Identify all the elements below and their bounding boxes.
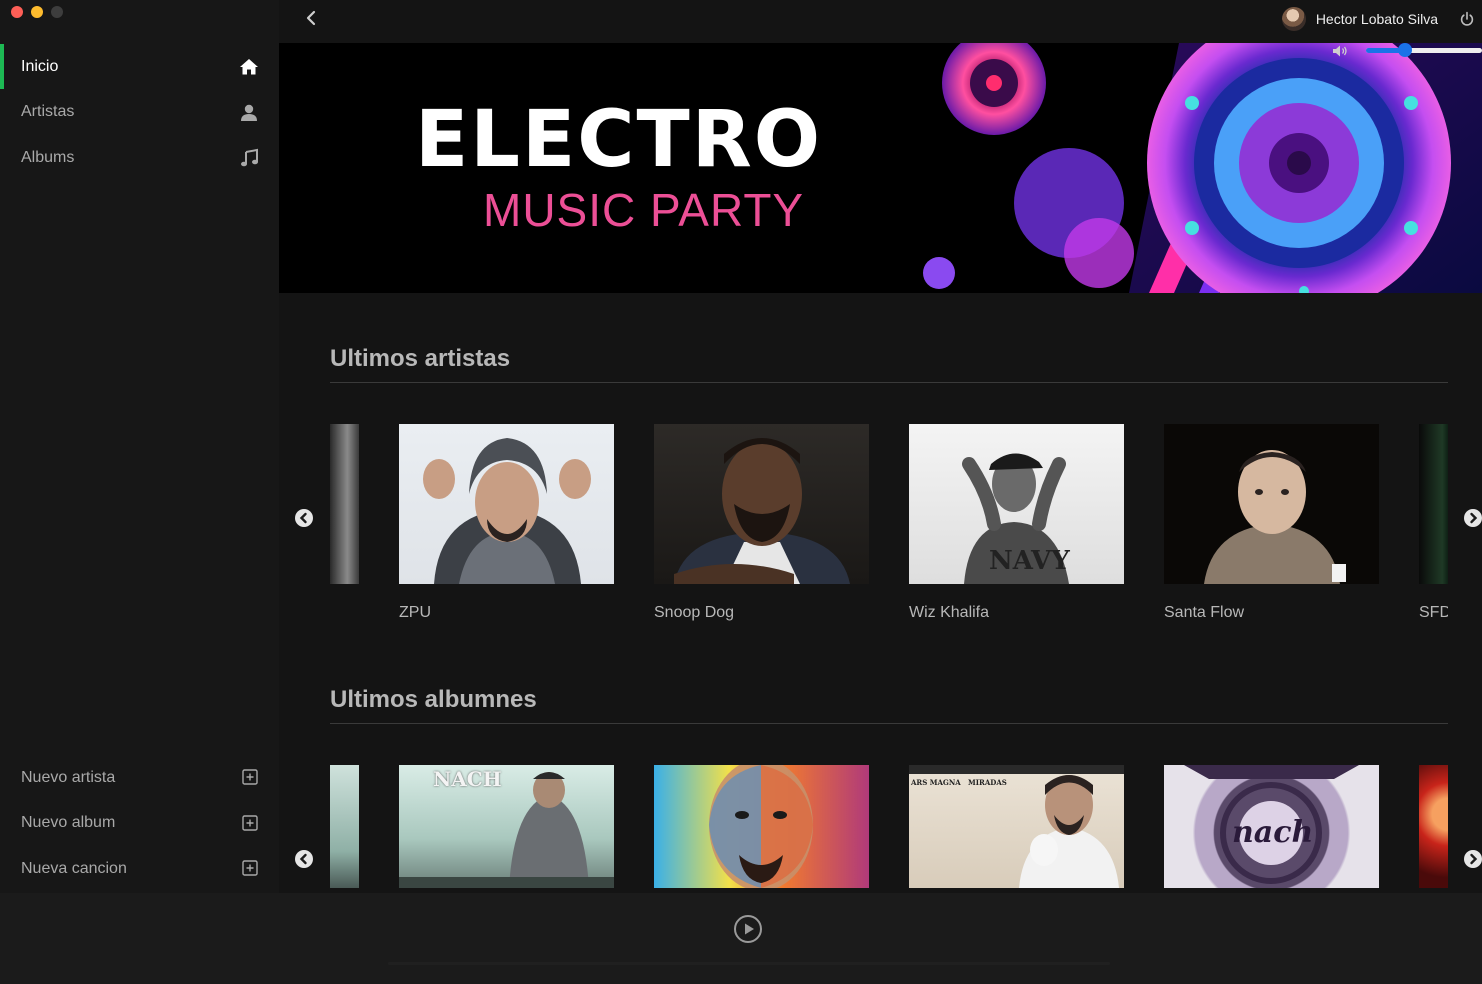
album-cover: nach — [1164, 765, 1379, 888]
banner-subtitle: MUSIC PARTY — [483, 184, 805, 236]
sidebar-item-label: Inicio — [21, 57, 59, 75]
artist-photo: NAVY — [909, 424, 1124, 584]
new-artist-label: Nuevo artista — [21, 768, 116, 786]
album-card-partial[interactable] — [1419, 765, 1448, 888]
sidebar-actions: Nuevo artista Nuevo album Nueva cancion — [0, 755, 279, 892]
progress-bar[interactable] — [388, 962, 1110, 965]
chevron-left-icon[interactable] — [303, 9, 319, 27]
album-card[interactable]: NACH — [399, 765, 614, 888]
new-album-label: Nuevo album — [21, 814, 116, 832]
chevron-right-icon — [1470, 512, 1478, 524]
artists-prev-button[interactable] — [295, 509, 313, 527]
user-profile[interactable]: Hector Lobato Silva — [1281, 6, 1438, 32]
user-icon — [241, 104, 257, 121]
artist-name: Snoop Dog — [654, 604, 735, 621]
new-song-label: Nueva cancion — [21, 859, 127, 877]
top-bar: Hector Lobato Silva — [279, 0, 1482, 43]
album-card[interactable]: nach — [1164, 765, 1379, 888]
avatar — [1281, 7, 1306, 31]
album-cover: NACH — [399, 765, 614, 888]
music-note-icon — [241, 148, 258, 167]
window-controls — [11, 6, 63, 18]
artist-photo — [399, 424, 614, 584]
album-card-partial[interactable] — [330, 765, 359, 888]
album-cover — [654, 765, 869, 888]
artist-photo — [1164, 424, 1379, 584]
albums-prev-button[interactable] — [295, 850, 313, 868]
promo-banner[interactable]: ELECTRO MUSIC PARTY — [279, 43, 1482, 293]
section-divider — [330, 382, 1448, 383]
section-divider — [330, 723, 1448, 724]
player-bar — [0, 893, 1482, 984]
album-cover: ARS MAGNA MIRADAS — [909, 765, 1124, 888]
chevron-left-icon — [299, 853, 307, 865]
chevron-right-icon — [1470, 853, 1478, 865]
user-name: Hector Lobato Silva — [1315, 11, 1438, 27]
artists-next-button[interactable] — [1464, 509, 1482, 527]
artist-card-zpu[interactable]: ZPU — [399, 424, 614, 622]
artist-name: Wiz Khalifa — [909, 604, 990, 621]
play-circle-icon[interactable] — [733, 914, 763, 944]
power-icon[interactable] — [1459, 11, 1475, 27]
artist-card-snoop-dog[interactable]: Snoop Dog — [654, 424, 869, 622]
artist-name: SFD — [1419, 604, 1448, 621]
album-card[interactable]: ARS MAGNA MIRADAS — [909, 765, 1124, 888]
banner-title: ELECTRO — [415, 95, 823, 185]
sidebar-item-label: Albums — [21, 148, 75, 166]
sidebar-item-albums[interactable]: Albums — [0, 135, 279, 181]
sidebar: Inicio Artistas Albums Nuevo artista Nue… — [0, 0, 279, 893]
home-icon — [240, 59, 258, 75]
albums-next-button[interactable] — [1464, 850, 1482, 868]
new-album-button[interactable]: Nuevo album — [0, 801, 279, 847]
sidebar-item-inicio[interactable]: Inicio — [0, 44, 279, 90]
plus-square-icon — [242, 860, 258, 876]
artists-section-title: Ultimos artistas — [330, 345, 511, 372]
artist-card-sfd[interactable]: SFD — [1419, 424, 1448, 624]
sidebar-nav: Inicio Artistas Albums — [0, 44, 279, 181]
artist-photo — [654, 424, 869, 584]
plus-square-icon — [242, 814, 258, 831]
artist-photo — [1419, 424, 1448, 584]
sidebar-item-artistas[interactable]: Artistas — [0, 90, 279, 136]
sidebar-item-label: Artistas — [21, 103, 75, 121]
artist-card-wiz-khalifa[interactable]: NAVY Wiz Khalifa — [909, 424, 1124, 622]
window-close-button[interactable] — [11, 6, 23, 18]
artist-card-partial[interactable] — [330, 424, 359, 584]
artist-name: Santa Flow — [1164, 604, 1245, 621]
plus-square-icon — [242, 769, 258, 785]
artist-name: ZPU — [399, 604, 431, 621]
artist-card-santa-flow[interactable]: Santa Flow — [1164, 424, 1379, 622]
speaker-artwork — [899, 43, 1482, 293]
album-card[interactable] — [654, 765, 869, 888]
window-minimize-button[interactable] — [31, 6, 43, 18]
window-maximize-button[interactable] — [51, 6, 63, 18]
new-song-button[interactable]: Nueva cancion — [0, 846, 279, 892]
chevron-left-icon — [299, 512, 307, 524]
album-cover-text: nach — [1232, 815, 1314, 850]
albums-section-title: Ultimos albumnes — [330, 686, 537, 713]
svg-text:NAVY: NAVY — [989, 546, 1070, 576]
volume-icon[interactable] — [1332, 44, 1350, 58]
new-artist-button[interactable]: Nuevo artista — [0, 755, 279, 801]
